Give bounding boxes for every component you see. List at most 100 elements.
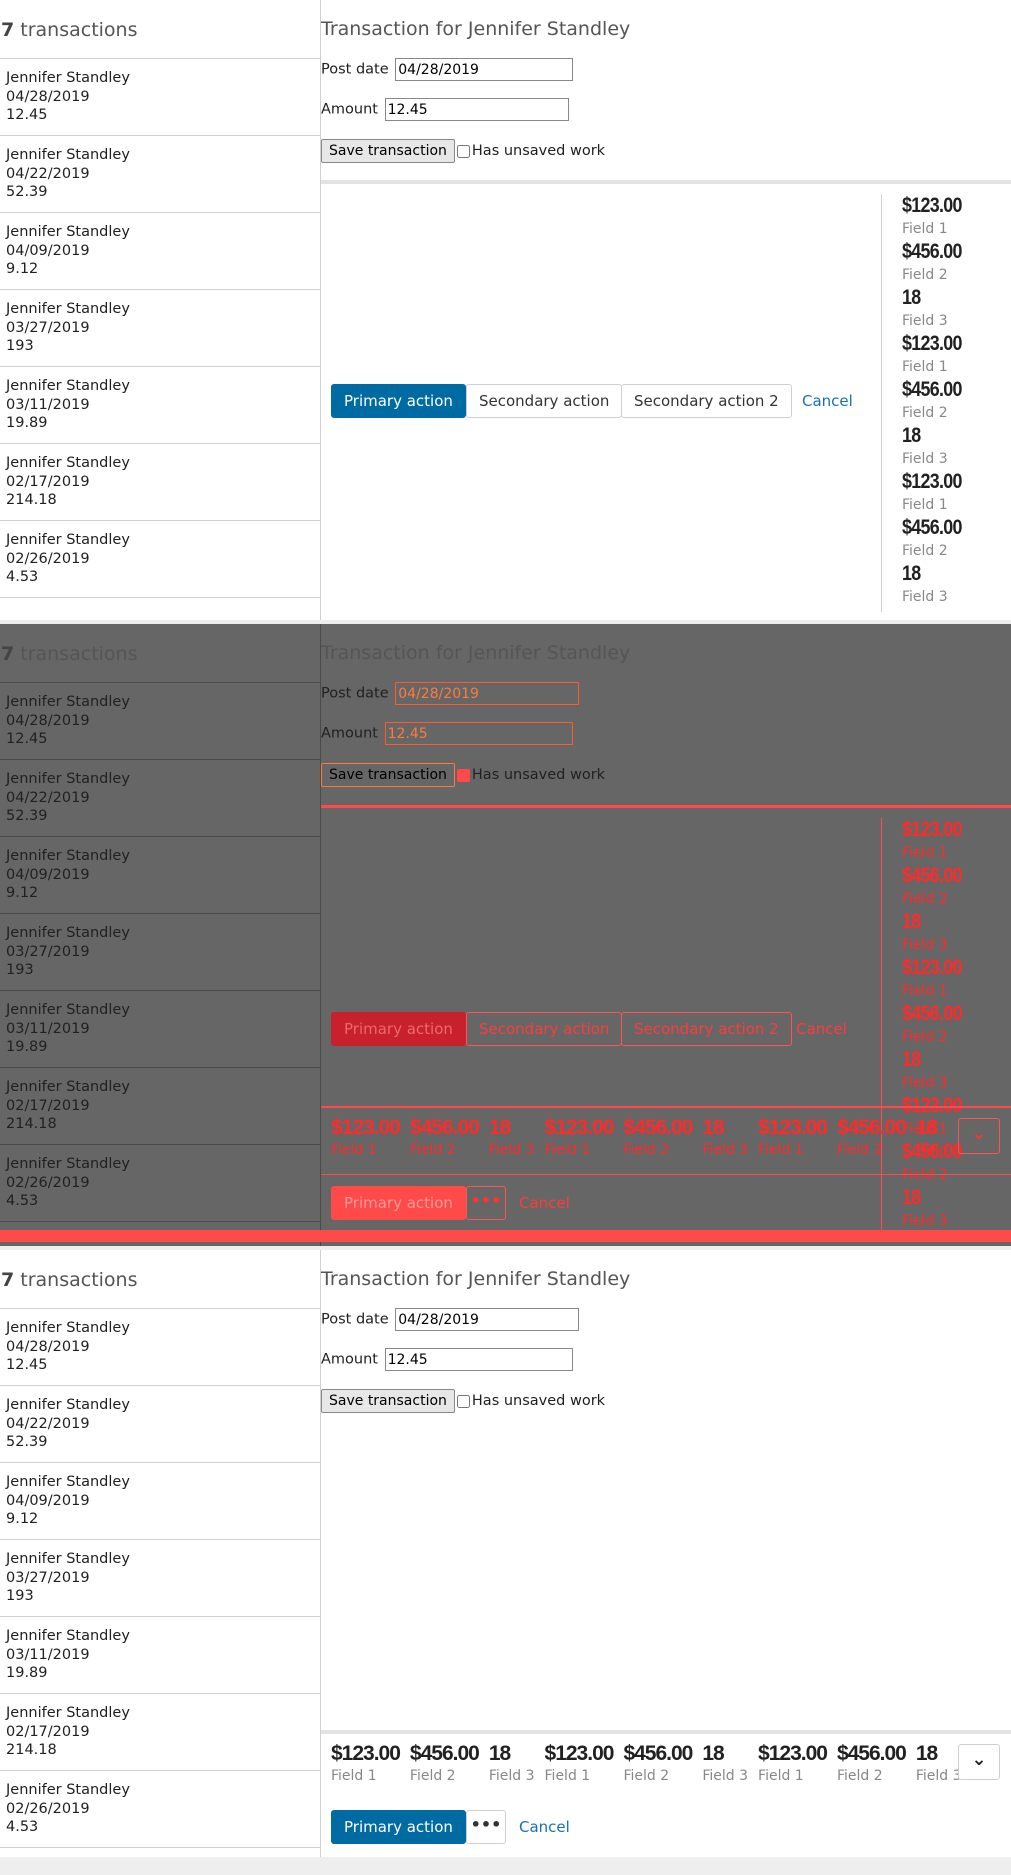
expand-summary-button[interactable]: ⌄ bbox=[958, 1744, 1000, 1780]
summary-value: $123.00 bbox=[758, 1742, 828, 1765]
list-item[interactable]: Jennifer Standley 03/27/2019 193 bbox=[0, 1540, 320, 1617]
transaction-date: 03/11/2019 bbox=[6, 1646, 90, 1663]
transaction-name: Jennifer Standley bbox=[6, 301, 130, 317]
unsaved-work-checkbox[interactable] bbox=[456, 768, 470, 782]
list-item[interactable]: Jennifer Standley 02/17/2019 214.18 bbox=[0, 444, 320, 521]
summary-field-2: $456.00 Field 2 bbox=[902, 516, 989, 562]
amount-row: Amount bbox=[321, 1348, 573, 1371]
summary-label: Field 1 bbox=[902, 221, 948, 237]
transaction-name: Jennifer Standley bbox=[6, 70, 130, 86]
summary-field-2: $456.00 Field 2 bbox=[837, 1742, 907, 1786]
transaction-list: 7 transactions Jennifer Standley 04/28/20… bbox=[0, 624, 321, 1246]
transaction-name: Jennifer Standley bbox=[6, 378, 130, 394]
transaction-name: Jennifer Standley bbox=[6, 224, 130, 240]
summary-field-1: $123.00 Field 1 bbox=[544, 1116, 615, 1160]
list-item[interactable]: Jennifer Standley 04/28/2019 12.45 bbox=[0, 683, 320, 760]
unsaved-work-checkbox[interactable] bbox=[456, 144, 470, 158]
summary-field-3: 18 Field 3 bbox=[702, 1116, 748, 1160]
list-item[interactable]: Jennifer Standley 02/26/2019 4.53 bbox=[0, 1145, 320, 1222]
debug-boundary-bar bbox=[0, 1230, 1011, 1242]
primary-action-button[interactable]: Primary action bbox=[331, 1810, 466, 1844]
unsaved-work-checkbox[interactable] bbox=[456, 1394, 470, 1408]
transaction-date: 04/22/2019 bbox=[6, 789, 90, 806]
panel-vertical-summary: 7 transactions Jennifer Standley 04/28/20… bbox=[0, 0, 1011, 620]
save-transaction-button[interactable]: Save transaction bbox=[321, 763, 455, 787]
post-date-label: Post date bbox=[321, 685, 389, 702]
transaction-date: 02/26/2019 bbox=[6, 550, 90, 567]
post-date-input[interactable] bbox=[395, 1308, 580, 1331]
amount-input[interactable] bbox=[384, 1348, 573, 1371]
transaction-name: Jennifer Standley bbox=[6, 1782, 130, 1798]
panel-horizontal-summary: 7 transactions Jennifer Standley 04/28/20… bbox=[0, 1250, 1011, 1857]
amount-label: Amount bbox=[321, 725, 378, 742]
unsaved-work-label: Has unsaved work bbox=[471, 767, 606, 783]
summary-field-3: 18 Field 3 bbox=[902, 1186, 989, 1232]
summary-value: $123.00 bbox=[902, 332, 962, 355]
list-item[interactable]: Jennifer Standley 03/27/2019 193 bbox=[0, 914, 320, 991]
transaction-name: Jennifer Standley bbox=[6, 455, 130, 471]
summary-field-2: $456.00 Field 2 bbox=[902, 1002, 989, 1048]
cancel-link[interactable]: Cancel bbox=[519, 1186, 570, 1220]
list-item[interactable]: Jennifer Standley 02/17/2019 214.18 bbox=[0, 1068, 320, 1145]
summary-value: 18 bbox=[902, 1186, 921, 1209]
transaction-name: Jennifer Standley bbox=[6, 848, 130, 864]
summary-label: Field 1 bbox=[331, 1768, 377, 1784]
save-transaction-button[interactable]: Save transaction bbox=[321, 139, 455, 163]
summary-value: $123.00 bbox=[331, 1116, 401, 1139]
summary-value: 18 bbox=[902, 1048, 921, 1071]
summary-field-3: 18 Field 3 bbox=[902, 562, 989, 608]
cancel-link[interactable]: Cancel bbox=[802, 384, 853, 418]
primary-action-button[interactable]: Primary action bbox=[331, 1186, 466, 1220]
secondary-action-button[interactable]: Secondary action bbox=[466, 1012, 623, 1046]
amount-input[interactable] bbox=[384, 98, 569, 121]
summary-field-1: $123.00 Field 1 bbox=[902, 194, 989, 240]
more-actions-button[interactable]: ••• bbox=[466, 1810, 506, 1844]
summary-value: $123.00 bbox=[544, 1742, 615, 1765]
list-item[interactable]: Jennifer Standley 03/27/2019 193 bbox=[0, 290, 320, 367]
post-date-input[interactable] bbox=[395, 58, 574, 81]
list-item[interactable]: Jennifer Standley 04/28/2019 12.45 bbox=[0, 59, 320, 136]
save-transaction-button[interactable]: Save transaction bbox=[321, 1389, 455, 1413]
secondary-action-button[interactable]: Secondary action bbox=[466, 384, 623, 418]
cancel-link[interactable]: Cancel bbox=[519, 1810, 570, 1844]
expand-summary-button[interactable]: ⌄ bbox=[958, 1118, 1000, 1154]
cancel-link[interactable]: Cancel bbox=[796, 1012, 847, 1046]
list-item[interactable]: Jennifer Standley 04/28/2019 12.45 bbox=[0, 1309, 320, 1386]
transaction-list: 7 transactions Jennifer Standley 04/28/20… bbox=[0, 0, 321, 620]
list-item[interactable]: Jennifer Standley 04/09/2019 9.12 bbox=[0, 1463, 320, 1540]
list-item[interactable]: Jennifer Standley 03/11/2019 19.89 bbox=[0, 1617, 320, 1694]
more-actions-button[interactable]: ••• bbox=[466, 1186, 506, 1220]
list-item[interactable]: Jennifer Standley 04/22/2019 52.39 bbox=[0, 1386, 320, 1463]
primary-action-button[interactable]: Primary action bbox=[331, 1012, 466, 1046]
list-item[interactable]: Jennifer Standley 03/11/2019 19.89 bbox=[0, 367, 320, 444]
summary-value: $123.00 bbox=[544, 1116, 615, 1139]
amount-input[interactable] bbox=[384, 722, 573, 745]
list-item[interactable]: Jennifer Standley 04/22/2019 52.39 bbox=[0, 136, 320, 213]
primary-action-button[interactable]: Primary action bbox=[331, 384, 466, 418]
summary-field-3: 18 Field 3 bbox=[489, 1742, 535, 1786]
transaction-name: Jennifer Standley bbox=[6, 147, 130, 163]
secondary-action-2-button[interactable]: Secondary action 2 bbox=[621, 384, 792, 418]
summary-value: 18 bbox=[702, 1742, 724, 1765]
list-item[interactable]: Jennifer Standley 02/17/2019 214.18 bbox=[0, 1694, 320, 1771]
list-item[interactable]: Jennifer Standley 02/26/2019 4.53 bbox=[0, 521, 320, 598]
list-item[interactable]: Jennifer Standley 04/22/2019 52.39 bbox=[0, 760, 320, 837]
list-item[interactable]: Jennifer Standley 04/09/2019 9.12 bbox=[0, 213, 320, 290]
secondary-action-2-button[interactable]: Secondary action 2 bbox=[621, 1012, 792, 1046]
transaction-amount: 19.89 bbox=[6, 415, 48, 431]
summary-value: $123.00 bbox=[902, 956, 962, 979]
transaction-date: 04/22/2019 bbox=[6, 1415, 90, 1432]
summary-value: $456.00 bbox=[902, 378, 962, 401]
summary-label: Field 1 bbox=[902, 983, 948, 999]
summary-field-3: 18 Field 3 bbox=[902, 286, 989, 332]
transaction-date: 02/17/2019 bbox=[6, 473, 90, 490]
transaction-detail: Transaction for Jennifer Standley Post d… bbox=[321, 1250, 1011, 1857]
list-item[interactable]: Jennifer Standley 03/11/2019 19.89 bbox=[0, 991, 320, 1068]
list-item[interactable]: Jennifer Standley 02/26/2019 4.53 bbox=[0, 1771, 320, 1848]
transaction-name: Jennifer Standley bbox=[6, 694, 130, 710]
summary-label: Field 2 bbox=[409, 1768, 456, 1784]
transaction-date: 04/09/2019 bbox=[6, 1492, 90, 1509]
transaction-date: 04/09/2019 bbox=[6, 866, 90, 883]
list-item[interactable]: Jennifer Standley 04/09/2019 9.12 bbox=[0, 837, 320, 914]
post-date-input[interactable] bbox=[395, 682, 580, 705]
